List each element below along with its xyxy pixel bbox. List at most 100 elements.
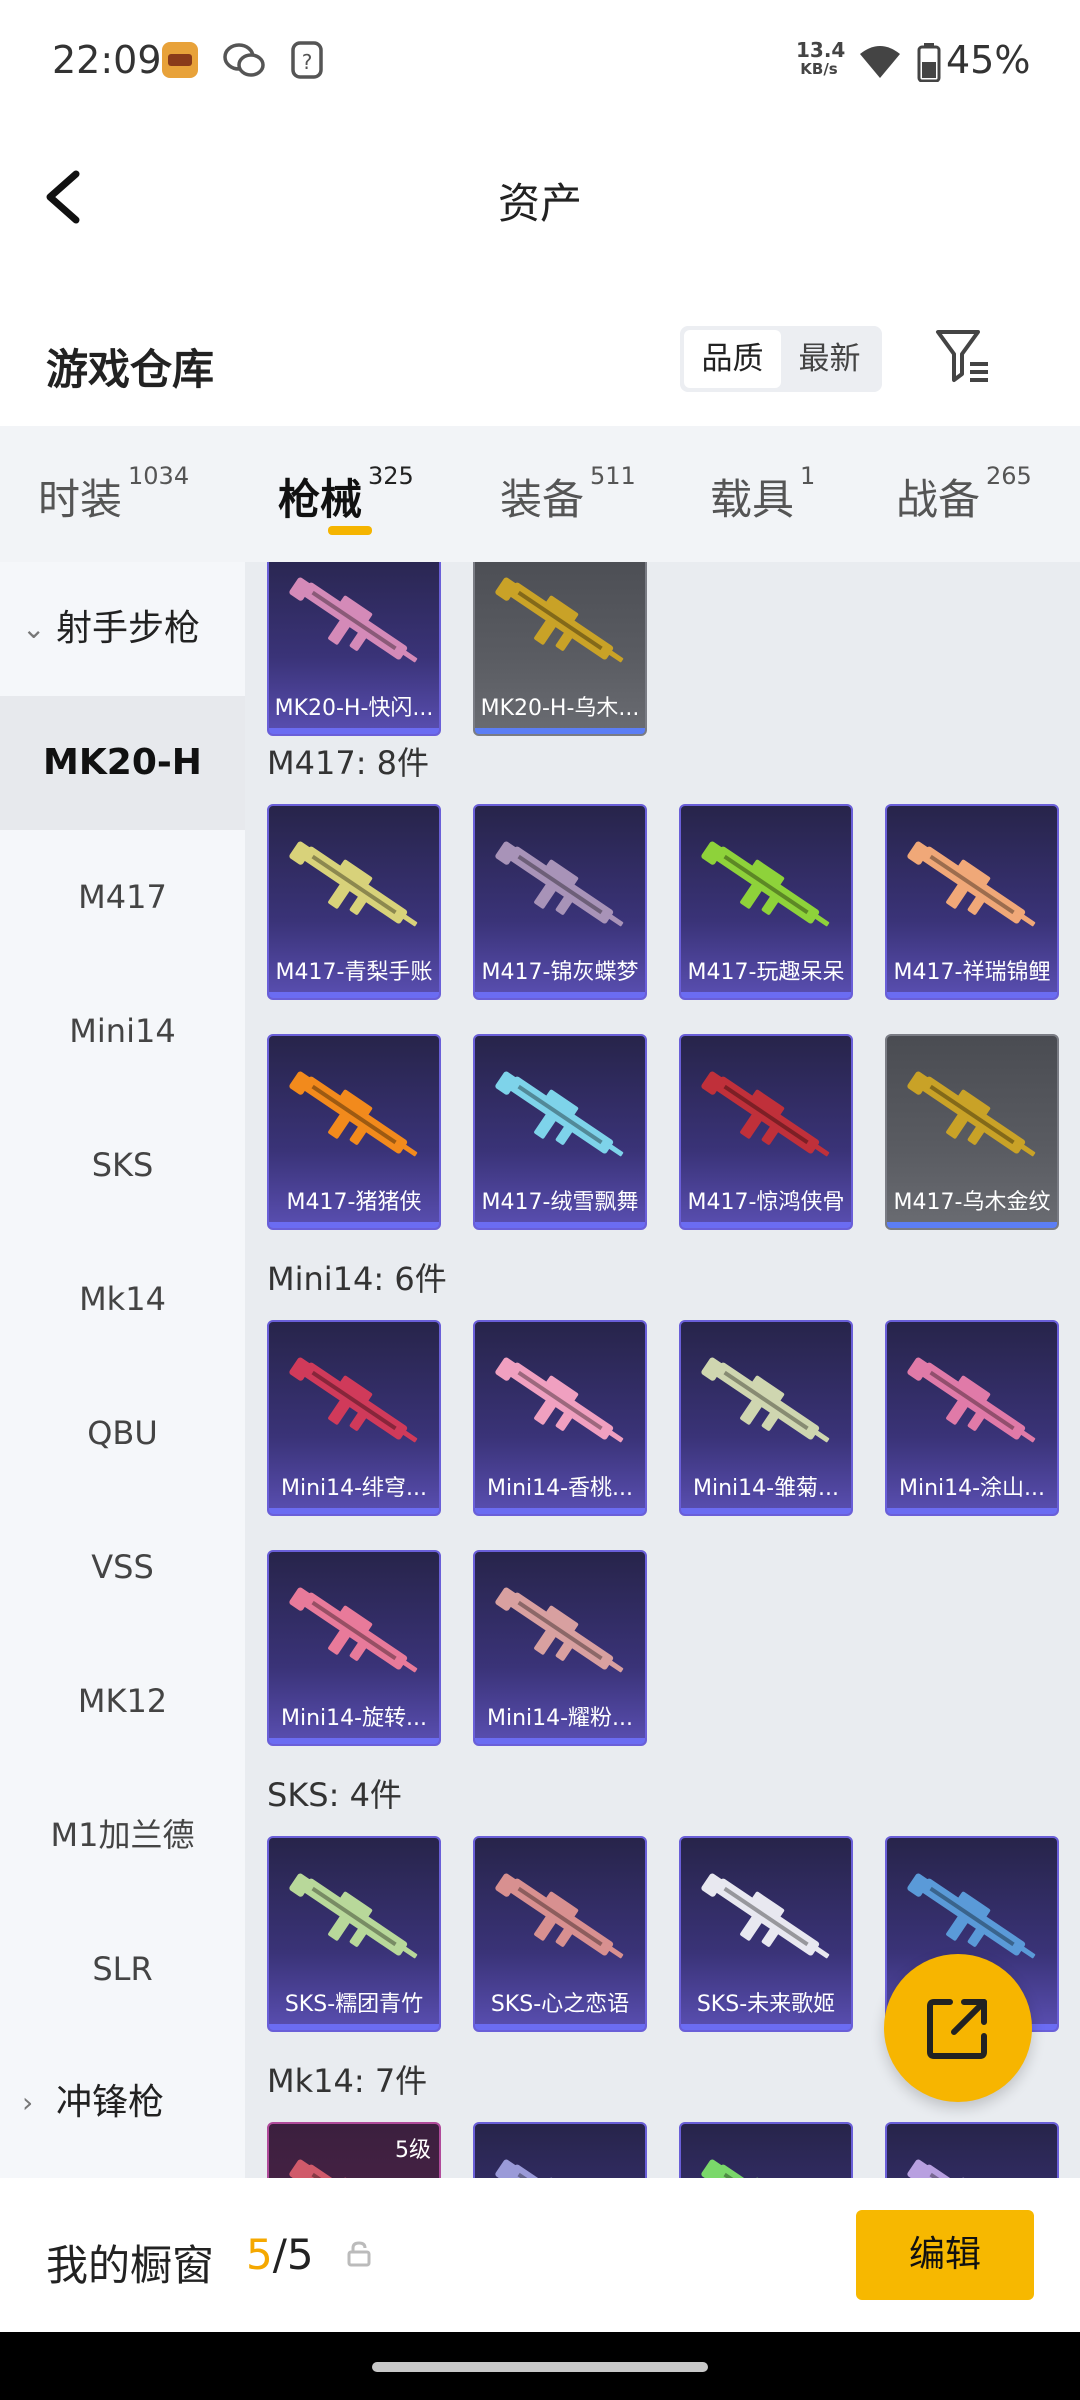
warehouse-title: 游戏仓库 [46, 345, 215, 394]
skin-card[interactable]: M417-猪猪侠 [267, 1034, 441, 1230]
rarity-bar [269, 1738, 439, 1744]
sidebar-item-mini14[interactable]: Mini14 [0, 964, 245, 1098]
gun-skin-image [289, 841, 418, 927]
rarity-bar [269, 2024, 439, 2030]
rarity-bar [475, 1222, 645, 1228]
rarity-bar [475, 1508, 645, 1514]
filter-icon[interactable] [934, 326, 992, 386]
edit-button[interactable]: 编辑 [856, 2210, 1034, 2300]
skin-card[interactable]: M417-乌木金纹 [885, 1034, 1059, 1230]
skin-card[interactable]: Mini14-耀粉... [473, 1550, 647, 1746]
section-title-mk14: Mk14: 7件 [267, 2062, 428, 2100]
lock-icon [346, 2240, 372, 2272]
skin-card[interactable]: Mini14-雏菊... [679, 1320, 853, 1516]
gun-skin-image [701, 841, 830, 927]
sidebar-item-mk14[interactable]: Mk14 [0, 1232, 245, 1366]
tab-guns[interactable]: 枪械 325 [278, 462, 414, 527]
gun-skin-image [701, 2159, 820, 2178]
gun-skin-image [495, 2159, 614, 2178]
skin-name: M417-锦灰蝶梦 [481, 960, 639, 985]
section-title-mini14: Mini14: 6件 [267, 1260, 447, 1298]
skin-card[interactable]: M417-惊鸿侠骨 [679, 1034, 853, 1230]
wechat-icon [222, 40, 265, 80]
sidebar-group-smg[interactable]: › 冲锋枪 [0, 2036, 245, 2170]
home-gesture-pill[interactable] [372, 2362, 708, 2372]
game-app-icon [160, 40, 200, 80]
tab-equipment[interactable]: 装备 511 [500, 462, 636, 527]
svg-text:?: ? [302, 50, 313, 74]
sidebar-item-m1-garand[interactable]: M1加兰德 [0, 1768, 245, 1902]
sidebar-item-qbu[interactable]: QBU [0, 1366, 245, 1500]
skin-card[interactable]: Mini14-香桃... [473, 1320, 647, 1516]
rarity-bar [475, 728, 645, 734]
skin-name: MK20-H-乌木... [480, 696, 640, 721]
window-count: 5/5 [246, 2230, 314, 2279]
battery-percent: 45% [946, 38, 1031, 82]
chevron-right-icon: › [22, 2086, 34, 2119]
skin-card[interactable]: M417-玩趣呆呆 [679, 804, 853, 1000]
gun-skin-image [907, 2159, 1026, 2178]
sort-toggle: 品质 最新 [680, 326, 882, 392]
skin-card[interactable]: M417-绒雪飘舞 [473, 1034, 647, 1230]
gun-skin-image [495, 577, 624, 663]
rarity-bar [475, 1738, 645, 1744]
skin-card[interactable]: M417-锦灰蝶梦 [473, 804, 647, 1000]
tab-fashion[interactable]: 时装 1034 [38, 462, 189, 527]
skin-name: M417-乌木金纹 [893, 1190, 1051, 1215]
sidebar-item-mk20h[interactable]: MK20-H [0, 696, 245, 830]
network-speed: 13.4 KB/s [796, 38, 846, 78]
sidebar-item-sks[interactable]: SKS [0, 1098, 245, 1232]
sort-newest[interactable]: 最新 [781, 330, 878, 388]
skin-card-mk14[interactable]: 5级 [267, 2122, 441, 2178]
skin-card[interactable]: M417-祥瑞锦鲤 [885, 804, 1059, 1000]
skin-card-mk14[interactable] [473, 2122, 647, 2178]
my-window-label: 我的橱窗 [46, 2241, 215, 2290]
gun-skin-image [701, 1873, 830, 1959]
sidebar-item-m417[interactable]: M417 [0, 830, 245, 964]
rarity-bar [887, 992, 1057, 998]
gun-skin-image [289, 577, 418, 663]
page-title: 资产 [497, 179, 582, 228]
sort-quality[interactable]: 品质 [684, 330, 781, 388]
skin-name: SKS-心之恋语 [490, 1992, 630, 2017]
sidebar-item-mk12[interactable]: MK12 [0, 1634, 245, 1768]
gun-skin-image [289, 1071, 418, 1157]
gun-skin-image [495, 841, 624, 927]
rarity-bar [887, 1222, 1057, 1228]
section-title-m417: M417: 8件 [267, 744, 430, 782]
header: 资产 [0, 140, 1080, 250]
skin-name: Mini14-涂山... [898, 1476, 1046, 1501]
sidebar-group-marksman[interactable]: ⌄ 射手步枪 [0, 562, 245, 696]
skin-card[interactable]: SKS-心之恋语 [473, 1836, 647, 2032]
share-button[interactable] [884, 1954, 1032, 2102]
gun-skin-image [907, 1071, 1036, 1157]
tab-supplies[interactable]: 战备 265 [896, 462, 1032, 527]
skin-card[interactable]: SKS-糯团青竹 [267, 1836, 441, 2032]
skin-card[interactable]: M417-青梨手账 [267, 804, 441, 1000]
rarity-bar [681, 1222, 851, 1228]
skin-name: Mini14-香桃... [486, 1476, 634, 1501]
skin-card[interactable]: Mini14-涂山... [885, 1320, 1059, 1516]
skin-name: M417-青梨手账 [275, 960, 433, 985]
skin-card[interactable]: SKS-未来歌姬 [679, 1836, 853, 2032]
question-icon: ? [290, 40, 330, 80]
skin-card[interactable]: Mini14-绯穹... [267, 1320, 441, 1516]
status-time: 22:09 [52, 38, 162, 82]
skin-card[interactable]: MK20-H-快闪... [267, 562, 441, 736]
skin-name: Mini14-旋转... [280, 1706, 428, 1731]
gun-skin-image [289, 1873, 418, 1959]
sidebar-item-slr[interactable]: SLR [0, 1902, 245, 2036]
gun-skin-image [701, 1357, 830, 1443]
battery-icon [917, 42, 941, 86]
skin-card-mk14[interactable] [885, 2122, 1059, 2178]
tab-vehicles[interactable]: 载具 1 [710, 462, 815, 527]
bottom-bar: 我的橱窗 5/5 编辑 [0, 2178, 1080, 2332]
rarity-bar [269, 728, 439, 734]
rarity-bar [269, 1508, 439, 1514]
gun-skin-image [495, 1071, 624, 1157]
skin-card[interactable]: MK20-H-乌木... [473, 562, 647, 736]
skin-card[interactable]: Mini14-旋转... [267, 1550, 441, 1746]
skin-card-mk14[interactable] [679, 2122, 853, 2178]
rarity-bar [475, 992, 645, 998]
sidebar-item-vss[interactable]: VSS [0, 1500, 245, 1634]
